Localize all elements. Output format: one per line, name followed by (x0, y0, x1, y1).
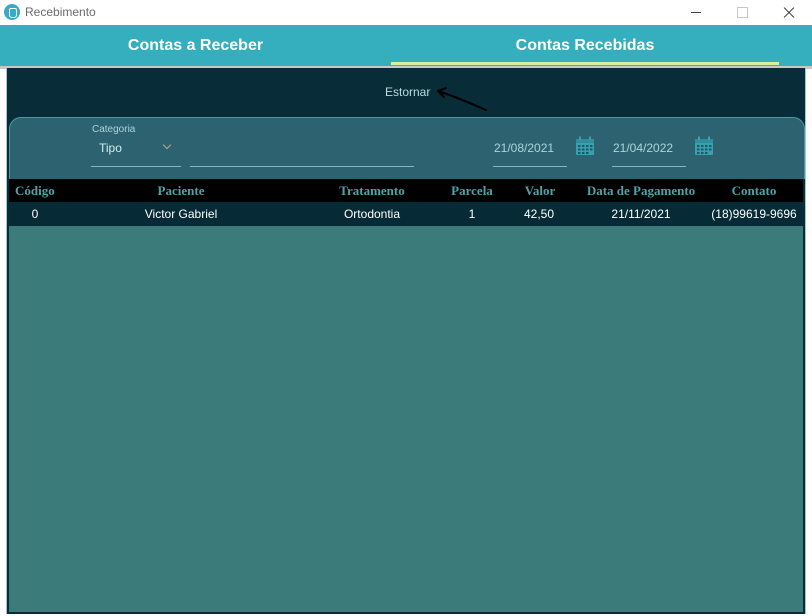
column-header-contato[interactable]: Contato (732, 183, 777, 199)
column-header-valor[interactable]: Valor (525, 183, 556, 199)
category-select[interactable]: Tipo (91, 138, 181, 167)
calendar-icon[interactable] (575, 136, 595, 156)
estornar-button[interactable]: Estornar (385, 85, 430, 99)
category-label: Categoria (92, 124, 136, 135)
calendar-icon[interactable] (694, 136, 714, 156)
column-header-data-pagamento[interactable]: Data de Pagamento (587, 183, 695, 199)
cell-parcela: 1 (468, 207, 476, 221)
maximize-button[interactable] (719, 0, 765, 25)
table-header: Código Paciente Tratamento Parcela Valor… (9, 179, 803, 202)
title-bar: Recebimento (0, 0, 812, 25)
column-header-paciente[interactable]: Paciente (158, 183, 205, 199)
cell-tratamento: Ortodontia (343, 207, 401, 221)
cell-data-pagamento: 21/11/2021 (611, 207, 671, 221)
column-header-parcela[interactable]: Parcela (451, 183, 493, 199)
tab-contas-recebidas[interactable]: Contas Recebidas (391, 25, 779, 67)
date-end-value: 21/04/2022 (613, 141, 674, 155)
window-title: Recebimento (25, 5, 96, 19)
date-start-field[interactable]: 21/08/2021 (493, 138, 567, 167)
cell-contato: (18)99619-9696 (711, 207, 797, 221)
table-row[interactable]: 0 Victor Gabriel Ortodontia 1 42,50 21/1… (9, 202, 803, 226)
chevron-down-icon (162, 140, 172, 150)
tooth-icon (4, 4, 20, 20)
close-button[interactable] (765, 0, 811, 25)
active-tab-indicator (391, 62, 779, 65)
cell-valor: 42,50 (523, 207, 555, 221)
cell-codigo: 0 (31, 207, 39, 221)
cell-paciente: Victor Gabriel (144, 207, 218, 221)
tab-contas-a-receber[interactable]: Contas a Receber (0, 25, 391, 67)
column-header-codigo[interactable]: Código (15, 183, 55, 199)
arrow-annotation-icon (437, 87, 487, 111)
payments-table: Código Paciente Tratamento Parcela Valor… (9, 179, 803, 612)
search-input[interactable] (190, 138, 414, 167)
date-end-field[interactable]: 21/04/2022 (612, 138, 686, 167)
column-header-tratamento[interactable]: Tratamento (339, 183, 404, 199)
minimize-button[interactable] (673, 0, 719, 25)
category-value: Tipo (99, 141, 122, 155)
date-start-value: 21/08/2021 (494, 141, 555, 155)
tab-bar: Contas a Receber Contas Recebidas (0, 25, 812, 67)
